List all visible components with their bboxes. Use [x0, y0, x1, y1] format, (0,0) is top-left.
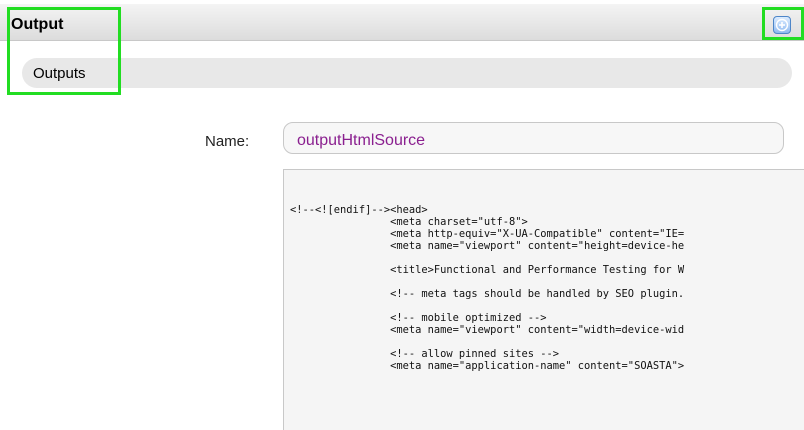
- outputs-section-header[interactable]: Outputs: [22, 58, 792, 88]
- panel-header: Output: [0, 4, 804, 41]
- name-label: Name:: [205, 133, 250, 150]
- add-output-button[interactable]: [773, 16, 791, 34]
- source-code-text: <!--<![endif]--><head> <meta charset="ut…: [290, 204, 685, 372]
- panel-title: Output: [11, 16, 64, 33]
- outputs-section-label: Outputs: [33, 65, 86, 82]
- name-field[interactable]: [283, 122, 784, 154]
- plus-icon: [775, 18, 789, 32]
- output-panel: Output Outputs Name: <!--<![endif]--><he…: [0, 0, 804, 430]
- source-code-area[interactable]: <!--<![endif]--><head> <meta charset="ut…: [283, 169, 804, 430]
